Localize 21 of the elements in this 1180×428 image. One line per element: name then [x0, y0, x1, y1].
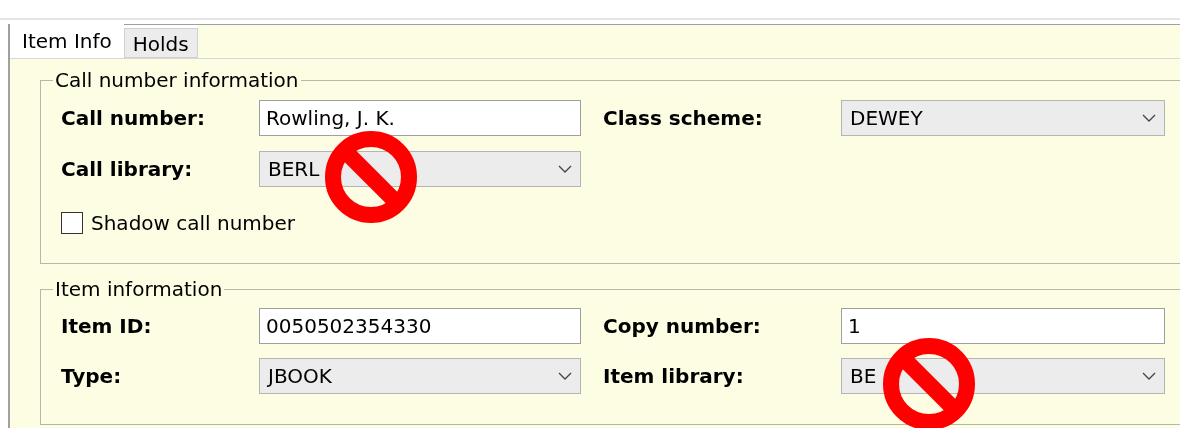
field-label: Item ID: [61, 313, 153, 340]
checkbox[interactable] [61, 212, 83, 234]
field-label: Class scheme: [603, 105, 764, 132]
dropdown-field[interactable]: DEWEY [841, 100, 1165, 136]
field-label: Call number: [61, 105, 206, 132]
chevron-down-icon [558, 165, 572, 173]
checkbox-label: Shadow call number [91, 210, 296, 237]
chevron-down-icon [558, 372, 572, 380]
group-title: Item information [54, 276, 224, 303]
group-title: Call number information [54, 67, 300, 94]
dropdown-field[interactable]: JBOOK [259, 358, 581, 394]
chevron-down-icon [1142, 372, 1156, 380]
tab[interactable]: Holds [123, 28, 198, 58]
text-field[interactable]: 0050502354330 [259, 308, 581, 344]
field-label: Type: [61, 363, 123, 390]
field-label: Call library: [61, 156, 194, 183]
field-label: Copy number: [603, 313, 762, 340]
text-field[interactable]: 1 [841, 308, 1165, 344]
field-label: Item library: [603, 363, 745, 390]
text-field[interactable]: Rowling, J. K. [259, 100, 581, 136]
chevron-down-icon [1142, 114, 1156, 122]
